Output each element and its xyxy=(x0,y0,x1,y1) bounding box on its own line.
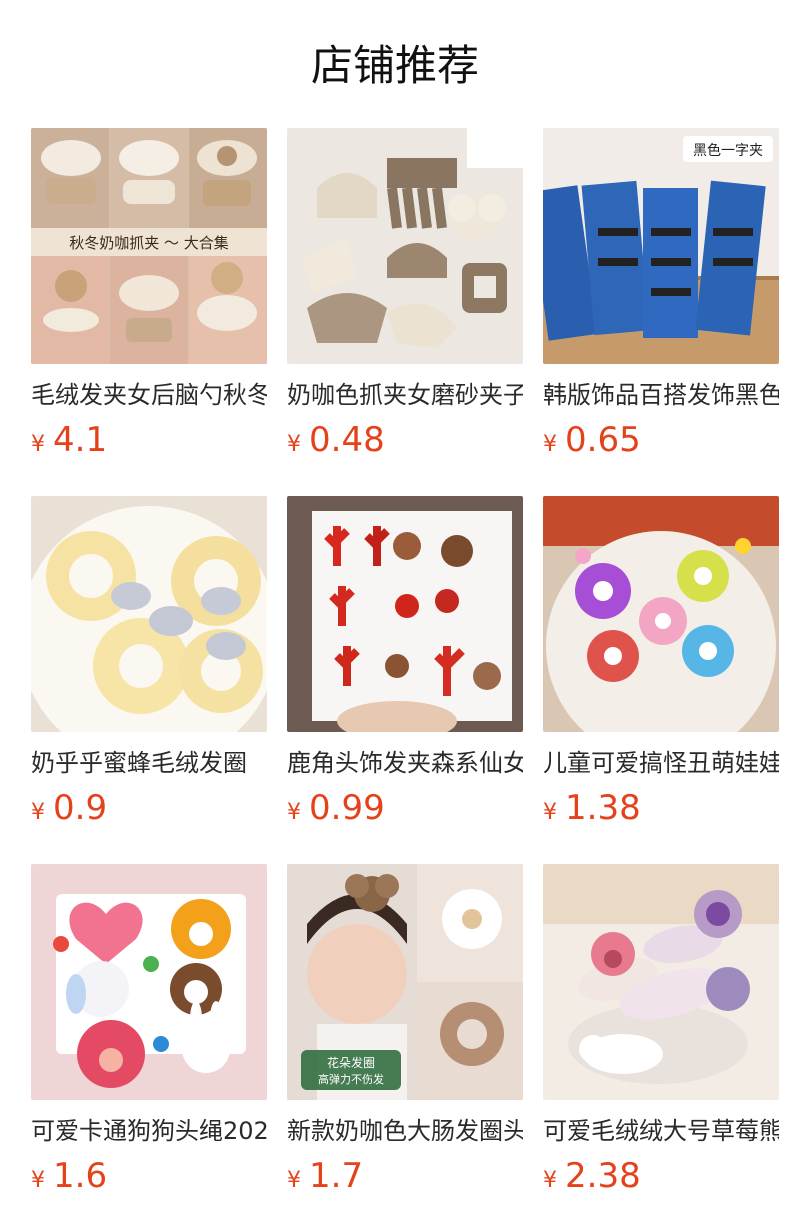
product-price: ¥0.48 xyxy=(287,418,523,462)
svg-text:花朵发圈: 花朵发圈 xyxy=(327,1055,375,1070)
product-price: ¥1.6 xyxy=(31,1154,267,1198)
price-value: 1.6 xyxy=(53,1156,108,1196)
product-title[interactable]: 鹿角头饰发夹森系仙女 xyxy=(287,746,523,780)
product-image[interactable] xyxy=(543,864,779,1100)
product-title[interactable]: 毛绒发夹女后脑勺秋冬 xyxy=(31,378,267,412)
hair-pin-cards-image: 黑色一字夹 xyxy=(543,128,779,364)
fluffy-monster-clips-image xyxy=(543,496,779,732)
plush-bear-claw-clips-image xyxy=(543,864,779,1100)
currency-symbol: ¥ xyxy=(287,432,301,457)
matte-claw-clips-image xyxy=(287,128,523,364)
product-image[interactable] xyxy=(543,496,779,732)
product-price: ¥1.7 xyxy=(287,1154,523,1198)
product-price: ¥0.65 xyxy=(543,418,779,462)
price-value: 2.38 xyxy=(565,1156,641,1196)
product-price: ¥2.38 xyxy=(543,1154,779,1198)
price-value: 0.48 xyxy=(309,420,385,460)
price-value: 1.7 xyxy=(309,1156,364,1196)
product-title[interactable]: 奶乎乎蜜蜂毛绒发圈 xyxy=(31,746,267,780)
product-title[interactable]: 可爱卡通狗狗头绳2023 xyxy=(31,1114,267,1148)
currency-symbol: ¥ xyxy=(31,432,45,457)
price-value: 4.1 xyxy=(53,420,108,460)
currency-symbol: ¥ xyxy=(31,800,45,825)
product-price: ¥4.1 xyxy=(31,418,267,462)
currency-symbol: ¥ xyxy=(287,800,301,825)
currency-symbol: ¥ xyxy=(543,1168,557,1193)
svg-text:高弹力不伤发: 高弹力不伤发 xyxy=(318,1072,384,1086)
product-title[interactable]: 可爱毛绒绒大号草莓熊 xyxy=(543,1114,779,1148)
product-card[interactable]: 儿童可爱搞怪丑萌娃娃 ¥1.38 xyxy=(543,496,779,864)
cartoon-hair-ties-image xyxy=(31,864,267,1100)
plush-claw-clips-image: 秋冬奶咖抓夹 〜 大合集 xyxy=(31,128,267,364)
price-value: 1.38 xyxy=(565,788,641,828)
product-title[interactable]: 儿童可爱搞怪丑萌娃娃 xyxy=(543,746,779,780)
product-image[interactable] xyxy=(287,128,523,364)
product-card[interactable]: 可爱卡通狗狗头绳2023 ¥1.6 xyxy=(31,864,267,1232)
product-image[interactable]: 黑色一字夹 xyxy=(543,128,779,364)
svg-text:秋冬奶咖抓夹 〜 大合集: 秋冬奶咖抓夹 〜 大合集 xyxy=(69,234,229,252)
product-price: ¥0.9 xyxy=(31,786,267,830)
product-price: ¥0.99 xyxy=(287,786,523,830)
product-image[interactable] xyxy=(287,496,523,732)
product-card[interactable]: 奶乎乎蜜蜂毛绒发圈 ¥0.9 xyxy=(31,496,267,864)
price-value: 0.99 xyxy=(309,788,385,828)
product-card[interactable]: 秋冬奶咖抓夹 〜 大合集 毛绒发夹女后脑勺秋冬 ¥4.1 xyxy=(31,128,267,496)
product-card[interactable]: 鹿角头饰发夹森系仙女 ¥0.99 xyxy=(287,496,523,864)
product-grid: 秋冬奶咖抓夹 〜 大合集 毛绒发夹女后脑勺秋冬 ¥4.1 奶咖色抓夹女磨砂夹子 … xyxy=(31,128,779,1232)
currency-symbol: ¥ xyxy=(543,800,557,825)
bee-scrunchies-image xyxy=(31,496,267,732)
shop-recommendations-page: 店铺推荐 秋冬奶咖抓夹 〜 大合集 毛绒发夹女后脑勺秋冬 ¥ 4.1 奶咖色抓夹… xyxy=(0,0,790,1232)
product-price: ¥1.38 xyxy=(543,786,779,830)
product-image[interactable]: 花朵发圈 高弹力不伤发 xyxy=(287,864,523,1100)
antler-clips-image xyxy=(287,496,523,732)
product-card[interactable]: 花朵发圈 高弹力不伤发 新款奶咖色大肠发圈头 ¥1.7 xyxy=(287,864,523,1232)
product-image[interactable]: 秋冬奶咖抓夹 〜 大合集 xyxy=(31,128,267,364)
product-title[interactable]: 新款奶咖色大肠发圈头 xyxy=(287,1114,523,1148)
product-title[interactable]: 韩版饰品百搭发饰黑色 xyxy=(543,378,779,412)
price-value: 0.9 xyxy=(53,788,108,828)
price-value: 0.65 xyxy=(565,420,641,460)
product-title[interactable]: 奶咖色抓夹女磨砂夹子 xyxy=(287,378,523,412)
currency-symbol: ¥ xyxy=(31,1168,45,1193)
product-card[interactable]: 可爱毛绒绒大号草莓熊 ¥2.38 xyxy=(543,864,779,1232)
currency-symbol: ¥ xyxy=(287,1168,301,1193)
product-card[interactable]: 黑色一字夹 韩版饰品百搭发饰黑色 ¥0.65 xyxy=(543,128,779,496)
svg-text:黑色一字夹: 黑色一字夹 xyxy=(693,142,763,159)
flower-scrunchie-image: 花朵发圈 高弹力不伤发 xyxy=(287,864,523,1100)
product-image[interactable] xyxy=(31,496,267,732)
product-card[interactable]: 奶咖色抓夹女磨砂夹子 ¥0.48 xyxy=(287,128,523,496)
currency-symbol: ¥ xyxy=(543,432,557,457)
section-title: 店铺推荐 xyxy=(310,41,479,90)
product-image[interactable] xyxy=(31,864,267,1100)
